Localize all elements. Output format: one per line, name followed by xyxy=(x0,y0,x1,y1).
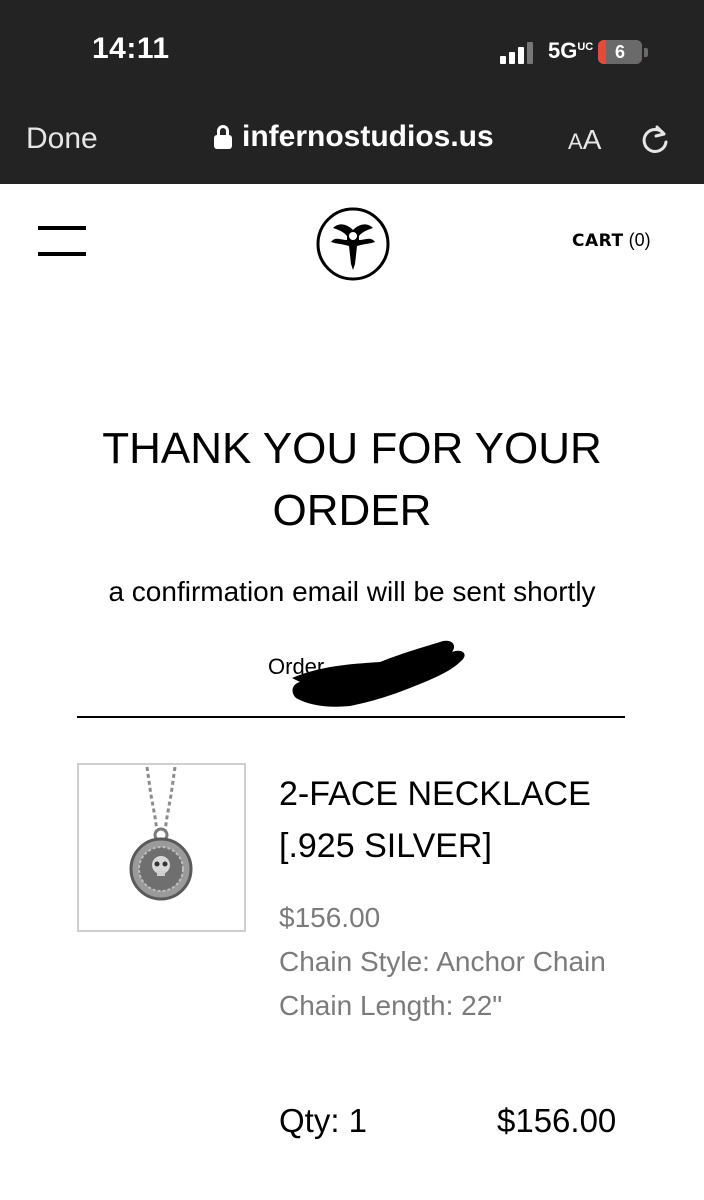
line-total: $156.00 xyxy=(497,1102,617,1139)
battery-level: 6 xyxy=(614,42,625,62)
chain-style: Chain Style: Anchor Chain xyxy=(279,946,606,977)
status-time: 14:11 xyxy=(92,32,170,65)
product-image[interactable] xyxy=(77,763,246,932)
browser-chrome: 14:11 5GUC 6 Done infernostudios.us AA xyxy=(0,0,704,184)
lock-icon xyxy=(214,125,232,149)
page-title: THANK YOU FOR YOUR ORDER xyxy=(102,424,602,535)
product-name[interactable]: 2-FACE NECKLACE [.925 SILVER] xyxy=(279,768,659,872)
cart-link[interactable]: CART (0) xyxy=(572,230,651,251)
product-details: $156.00 Chain Style: Anchor Chain Chain … xyxy=(279,896,639,1028)
hamburger-menu-icon[interactable] xyxy=(38,226,86,260)
reload-icon[interactable] xyxy=(638,122,672,156)
battery-icon: 6 xyxy=(598,40,642,64)
divider xyxy=(77,716,625,718)
confirmation-message: a confirmation email will be sent shortl… xyxy=(108,576,596,607)
cart-label: CART xyxy=(572,231,624,251)
network-type: 5GUC xyxy=(548,38,594,63)
signal-strength-icon xyxy=(500,40,536,64)
chain-length: Chain Length: 22" xyxy=(279,990,503,1021)
redaction-scribble xyxy=(292,640,465,707)
cart-count: (0) xyxy=(628,230,651,250)
battery-cap xyxy=(644,48,648,57)
quantity: Qty: 1 xyxy=(279,1102,368,1139)
necklace-image xyxy=(129,766,193,901)
done-button[interactable]: Done xyxy=(26,122,98,156)
url-text: infernostudios.us xyxy=(242,120,494,153)
text-size-button[interactable]: AA xyxy=(568,124,601,156)
brand-logo[interactable] xyxy=(315,206,391,282)
address-bar[interactable]: infernostudios.us xyxy=(214,120,494,154)
product-price: $156.00 xyxy=(279,902,381,933)
